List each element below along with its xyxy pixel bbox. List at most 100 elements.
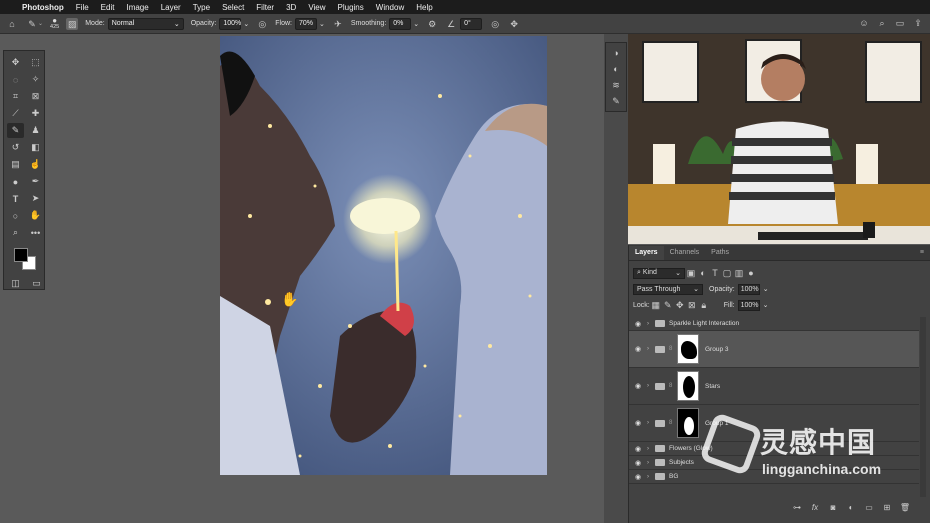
pressure-size-icon[interactable]: ◎ xyxy=(489,18,501,30)
shape-tool-icon[interactable]: ○ xyxy=(7,208,24,223)
layer-row[interactable]: ◉ › 8 Group 3 xyxy=(629,331,919,368)
visibility-eye-icon[interactable]: ◉ xyxy=(635,382,645,390)
visibility-eye-icon[interactable]: ◉ xyxy=(635,320,645,328)
mask-thumbnail[interactable] xyxy=(677,334,699,364)
healing-tool-icon[interactable]: ✚ xyxy=(27,106,44,121)
menu-type[interactable]: Type xyxy=(193,3,210,12)
symmetry-icon[interactable]: ✥ xyxy=(508,18,520,30)
share-icon[interactable]: ⇪ xyxy=(912,17,924,29)
menu-file[interactable]: File xyxy=(76,3,89,12)
layer-opacity-input[interactable]: 100% xyxy=(737,283,760,295)
expand-arrow-icon[interactable]: › xyxy=(647,446,655,452)
visibility-eye-icon[interactable]: ◉ xyxy=(635,345,645,353)
airbrush-icon[interactable]: ✈ xyxy=(332,18,344,30)
expand-arrow-icon[interactable]: › xyxy=(647,474,655,480)
marquee-tool-icon[interactable]: ⬚ xyxy=(27,55,44,70)
dodge-tool-icon[interactable]: ● xyxy=(7,174,24,189)
history-brush-tool-icon[interactable]: ↺ xyxy=(7,140,24,155)
layer-row[interactable]: ◉ › 8 Stars xyxy=(629,368,919,405)
kind-filter-select[interactable]: ⌕ Kind ⌄ xyxy=(633,267,685,279)
pixel-filter-icon[interactable]: ▣ xyxy=(685,267,697,279)
menu-filter[interactable]: Filter xyxy=(256,3,274,12)
add-mask-icon[interactable]: ◙ xyxy=(827,502,839,514)
foreground-color[interactable] xyxy=(14,248,28,262)
layer-row[interactable]: ◉ › Flowers (Glow) xyxy=(629,442,919,456)
lock-position-icon[interactable]: ✥ xyxy=(674,299,686,311)
expand-arrow-icon[interactable]: › xyxy=(647,420,655,426)
menu-window[interactable]: Window xyxy=(376,3,404,12)
tab-layers[interactable]: Layers xyxy=(629,246,664,260)
visibility-eye-icon[interactable]: ◉ xyxy=(635,445,645,453)
menu-edit[interactable]: Edit xyxy=(101,3,115,12)
more-tools-icon[interactable]: ••• xyxy=(27,225,44,240)
magic-wand-tool-icon[interactable]: ✧ xyxy=(27,72,44,87)
properties-panel-icon[interactable]: ≋ xyxy=(610,79,622,91)
adjustment-layer-icon[interactable]: ◐ xyxy=(845,502,857,514)
brushes-panel-icon[interactable]: ✎ xyxy=(610,95,622,107)
panel-menu-icon[interactable]: ≡ xyxy=(914,246,930,260)
expand-arrow-icon[interactable]: › xyxy=(647,346,655,352)
lock-artboard-icon[interactable]: ⊠ xyxy=(686,299,698,311)
fill-input[interactable]: 100% xyxy=(737,299,760,311)
new-group-icon[interactable]: ▭ xyxy=(863,502,875,514)
new-layer-icon[interactable]: ⊞ xyxy=(881,502,893,514)
color-swatches[interactable] xyxy=(10,248,44,274)
menu-help[interactable]: Help xyxy=(416,3,432,12)
menu-layer[interactable]: Layer xyxy=(161,3,181,12)
menu-view[interactable]: View xyxy=(308,3,325,12)
opacity-input[interactable]: 100% xyxy=(219,17,242,30)
move-tool-icon[interactable]: ✥ xyxy=(7,55,24,70)
hand-tool-icon[interactable]: ✋ xyxy=(27,208,44,223)
tab-paths[interactable]: Paths xyxy=(705,246,735,260)
expand-arrow-icon[interactable]: › xyxy=(647,383,655,389)
gradient-tool-icon[interactable]: ▤ xyxy=(7,157,24,172)
lock-pixels-icon[interactable]: ▦ xyxy=(650,299,662,311)
angle-input[interactable]: 0° xyxy=(460,17,483,30)
brush-tool-icon[interactable]: ✎ xyxy=(26,18,38,30)
zoom-tool-icon[interactable]: ⌕ xyxy=(7,225,24,240)
layer-row[interactable]: ◉ › 8 Group 1 xyxy=(629,405,919,442)
link-icon[interactable]: 8 xyxy=(669,383,675,389)
screen-mode-icon[interactable]: ▭ xyxy=(29,276,44,291)
smoothing-input[interactable]: 0% xyxy=(389,17,412,30)
stamp-tool-icon[interactable]: ♟ xyxy=(27,123,44,138)
menu-photoshop[interactable]: Photoshop xyxy=(22,3,64,12)
adjustments-panel-icon[interactable]: ◐ xyxy=(610,63,622,75)
crop-tool-icon[interactable]: ⌗ xyxy=(7,89,24,104)
color-panel-icon[interactable]: ◑ xyxy=(610,47,622,59)
eyedropper-tool-icon[interactable]: ⟋ xyxy=(7,106,24,121)
type-tool-icon[interactable]: T xyxy=(7,191,24,206)
path-select-tool-icon[interactable]: ➤ xyxy=(27,191,44,206)
type-filter-icon[interactable]: T xyxy=(709,267,721,279)
link-icon[interactable]: 8 xyxy=(669,420,675,426)
blend-mode-select[interactable]: Pass Through ⌄ xyxy=(633,283,703,295)
brush-preset-icon[interactable]: ● xyxy=(52,16,57,24)
layer-row[interactable]: ◉ › BG xyxy=(629,470,919,484)
adjustment-filter-icon[interactable]: ◐ xyxy=(697,267,709,279)
visibility-eye-icon[interactable]: ◉ xyxy=(635,473,645,481)
pen-tool-icon[interactable]: ✒ xyxy=(27,174,44,189)
mask-thumbnail[interactable] xyxy=(677,408,699,438)
mode-select[interactable]: Normal ⌄ xyxy=(107,17,184,30)
brush-settings-icon[interactable]: ▨ xyxy=(66,17,79,30)
flow-input[interactable]: 70% xyxy=(294,17,317,30)
shape-filter-icon[interactable]: ▢ xyxy=(721,267,733,279)
layer-row[interactable]: ◉ › Sparkle Light Interaction xyxy=(629,317,919,331)
document-canvas[interactable] xyxy=(220,36,547,475)
quick-mask-icon[interactable]: ◫ xyxy=(8,276,23,291)
menu-select[interactable]: Select xyxy=(222,3,244,12)
smart-object-filter-icon[interactable]: ▥ xyxy=(733,267,745,279)
layers-scrollbar[interactable] xyxy=(920,317,926,497)
gear-icon[interactable]: ⚙ xyxy=(426,18,438,30)
visibility-eye-icon[interactable]: ◉ xyxy=(635,459,645,467)
brush-tool-icon[interactable]: ✎ xyxy=(7,123,24,138)
smudge-tool-icon[interactable]: ☝ xyxy=(27,157,44,172)
visibility-eye-icon[interactable]: ◉ xyxy=(635,419,645,427)
home-icon[interactable]: ⌂ xyxy=(6,18,18,30)
menu-image[interactable]: Image xyxy=(126,3,148,12)
trash-icon[interactable]: 🗑︎ xyxy=(899,502,911,514)
workspace-icon[interactable]: ▭ xyxy=(894,17,906,29)
lock-paint-icon[interactable]: ✎ xyxy=(662,299,674,311)
search-icon[interactable]: ⌕ xyxy=(876,17,888,29)
link-icon[interactable]: 8 xyxy=(669,346,675,352)
